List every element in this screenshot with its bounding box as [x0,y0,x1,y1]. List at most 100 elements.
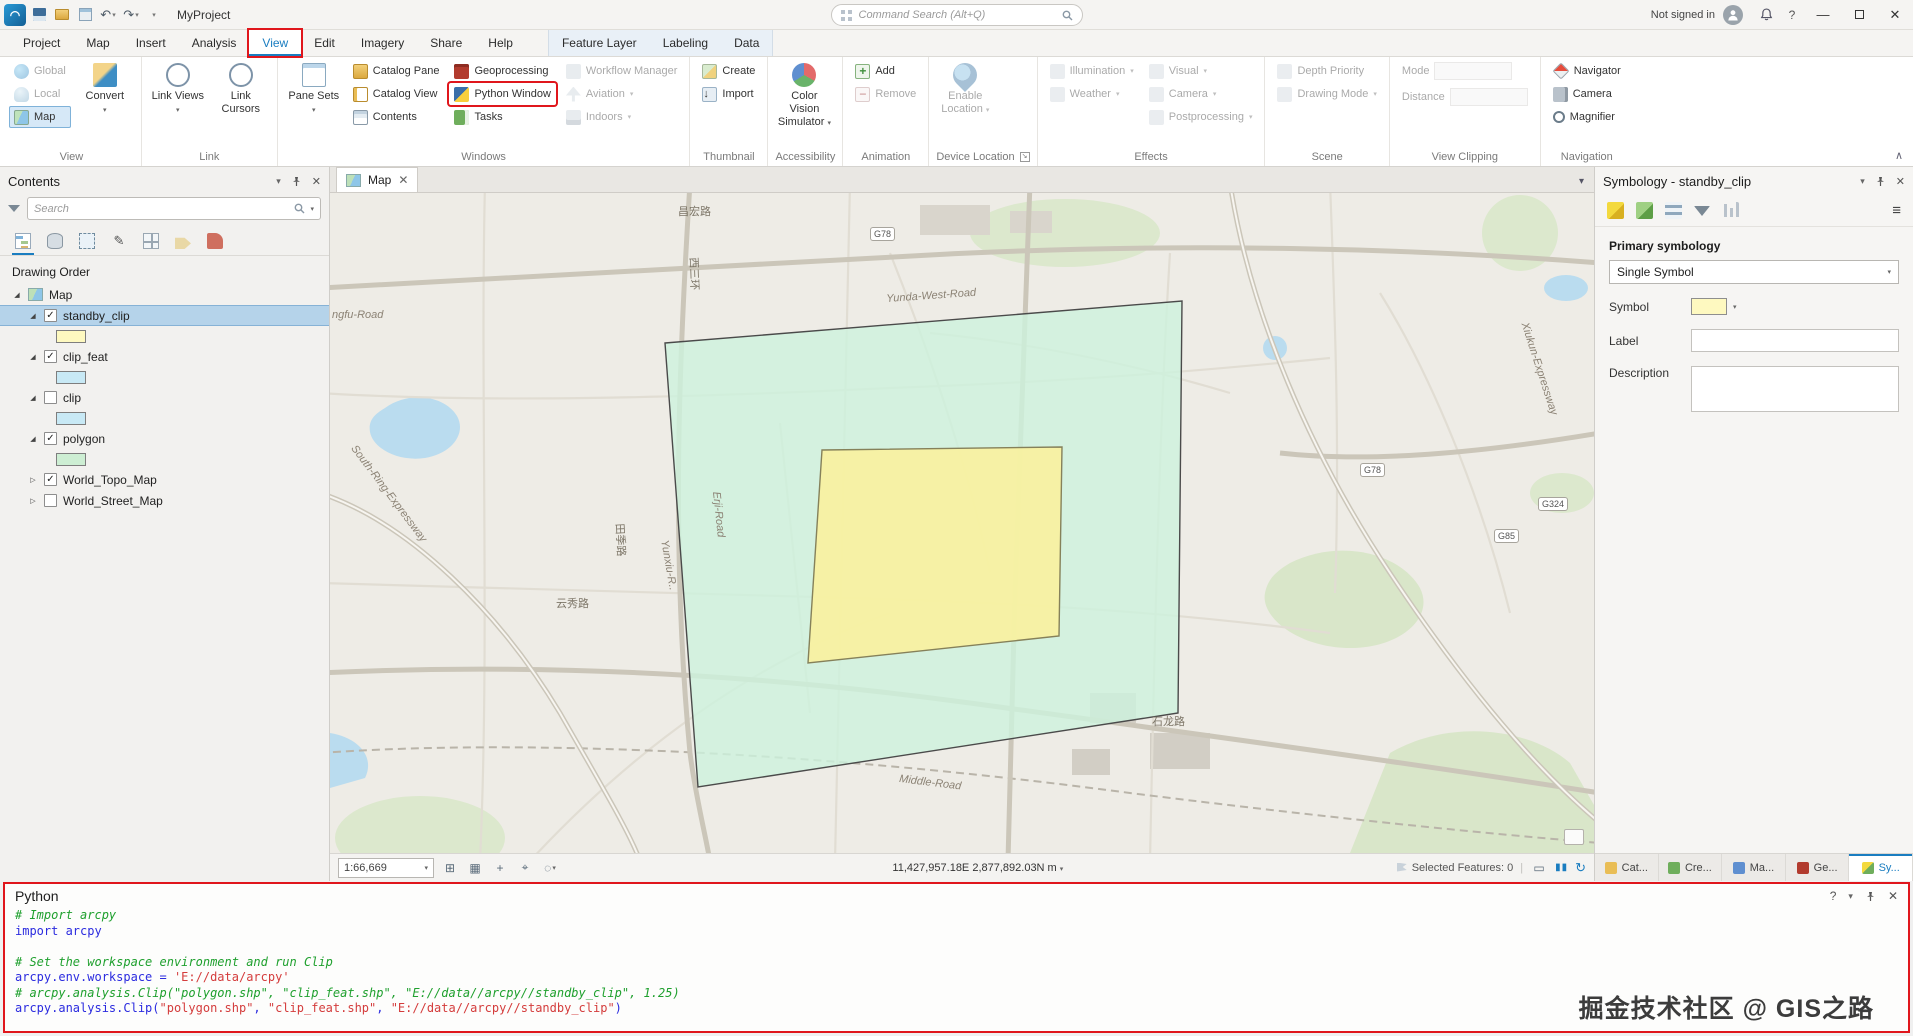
contents-close-icon[interactable]: ✕ [312,175,321,188]
scale-based-symbology-icon[interactable] [1722,202,1739,219]
list-by-charts-button[interactable] [204,231,226,255]
selection-box-button[interactable]: ▭ [1530,859,1548,877]
signin-status[interactable]: Not signed in [1651,9,1715,21]
contents-search-input[interactable] [34,202,290,215]
symbology-filter-icon[interactable] [1694,205,1710,216]
selected-features-status[interactable]: Selected Features: 0 [1396,862,1513,874]
local-scene-button[interactable]: Local [9,83,71,105]
symbol-gallery-icon[interactable] [1607,202,1624,219]
tree-item-world-street-map[interactable]: ▷ World_Street_Map [0,490,329,511]
expander-icon[interactable]: ◢ [12,291,22,299]
symbol-chevron-icon[interactable]: ▾ [1733,303,1737,311]
list-by-labeling-button[interactable] [172,231,194,255]
tab-edit[interactable]: Edit [301,30,348,56]
magnifier-button[interactable]: Magnifier [1548,106,1626,128]
tree-item-map[interactable]: ◢ Map [0,284,329,305]
pin-icon[interactable] [291,176,302,187]
close-button[interactable]: ✕ [1877,0,1913,30]
command-search-input[interactable] [858,9,1055,21]
clipping-distance-input[interactable] [1449,88,1528,106]
expander-icon[interactable]: ◢ [28,312,38,320]
tab-help[interactable]: Help [475,30,526,56]
tab-insert[interactable]: Insert [123,30,179,56]
close-map-tab-icon[interactable]: ✕ [398,173,408,187]
symbol-row-clip_feat[interactable] [0,367,329,387]
list-by-data-source-button[interactable] [44,231,66,255]
list-by-editing-button[interactable]: ✎ [108,231,130,255]
symbol-swatch[interactable] [56,370,86,384]
python-help-icon[interactable]: ? [1830,889,1837,903]
tasks-button[interactable]: Tasks [449,106,555,128]
filter-icon[interactable] [8,205,20,212]
remove-animation-button[interactable]: − Remove [850,83,921,105]
global-scene-button[interactable]: Global [9,60,71,82]
expander-icon[interactable]: ◢ [28,435,38,443]
camera-button[interactable]: Camera [1548,83,1626,105]
add-animation-button[interactable]: + Add [850,60,921,82]
catalog-dock-tab[interactable]: Cat... [1595,854,1659,881]
weather-button[interactable]: Weather ▾ [1045,83,1139,105]
python-close-icon[interactable]: ✕ [1888,889,1898,903]
select-tool-button[interactable]: ◌ ▾ [541,859,559,877]
undo-button[interactable]: ↶ ▾ [98,4,118,26]
save-button[interactable] [29,4,49,26]
contents-search[interactable]: ▾ [27,197,321,220]
tab-feature-layer[interactable]: Feature Layer [549,30,650,56]
contents-menu-chevron-icon[interactable]: ▾ [276,176,281,187]
symbology-close-icon[interactable]: ✕ [1896,175,1905,188]
label-input[interactable] [1691,329,1899,352]
map-view-tab[interactable]: Map ✕ [336,167,419,192]
tree-item-clip[interactable]: ◢ clip [0,387,329,408]
layer-checkbox[interactable]: ✓ [44,350,57,363]
notifications-button[interactable] [1753,0,1779,30]
create-features-dock-tab[interactable]: Cre... [1659,854,1723,881]
view-dock-chevron-icon[interactable]: ▾ [1579,176,1594,192]
list-by-selection-button[interactable] [76,231,98,255]
link-cursors-button[interactable]: Link Cursors [212,60,270,116]
tree-item-world-topo-map[interactable]: ▷ ✓ World_Topo_Map [0,469,329,490]
description-input[interactable] [1691,366,1899,412]
help-button[interactable]: ? [1779,0,1805,30]
symbol-row-polygon[interactable] [0,449,329,469]
expander-icon[interactable]: ▷ [28,497,38,505]
open-button[interactable] [52,4,72,26]
modify-features-dock-tab[interactable]: Ma... [1722,854,1786,881]
minimize-button[interactable]: — [1805,0,1841,30]
avatar[interactable] [1723,4,1743,25]
visual-button[interactable]: Visual ▾ [1144,60,1258,82]
grid-toggle-button[interactable]: ▦ [466,859,484,877]
indoors-button[interactable]: Indoors ▾ [561,106,683,128]
symbol-swatch[interactable] [56,452,86,466]
tree-item-standby_clip[interactable]: ◢ ✓ standby_clip [0,305,329,326]
tree-item-clip_feat[interactable]: ◢ ✓ clip_feat [0,346,329,367]
python-menu-chevron-icon[interactable]: ▾ [1848,891,1853,902]
geoprocessing-dock-tab[interactable]: Ge... [1786,854,1850,881]
restore-button[interactable] [1841,0,1877,30]
symbology-menu-chevron-icon[interactable]: ▾ [1860,176,1865,187]
import-thumbnail-button[interactable]: ↓ Import [697,83,760,105]
camera-effects-button[interactable]: Camera ▾ [1144,83,1258,105]
crosshair-button[interactable]: + [491,859,509,877]
snapping-toggle-button[interactable]: ⊞ [441,859,459,877]
enable-location-button[interactable]: Enable Location ▾ [936,58,994,116]
geoprocessing-button[interactable]: Geoprocessing [449,60,555,82]
scale-combo[interactable]: 1:66,669 ▾ [338,857,434,878]
device-location-dialog-launcher[interactable]: ↘ [1019,152,1030,162]
tab-data[interactable]: Data [721,30,772,56]
target-button[interactable]: ⌖ [516,859,534,877]
command-search[interactable] [830,4,1083,26]
pin-icon[interactable] [1875,176,1886,187]
symbol-swatch-button[interactable] [1691,298,1727,315]
layer-checkbox[interactable] [44,391,57,404]
symbol-row-standby_clip[interactable] [0,326,329,346]
python-window-button[interactable]: Python Window [449,83,555,105]
contents-button[interactable]: Contents [348,106,445,128]
drawing-mode-button[interactable]: Drawing Mode ▾ [1272,83,1381,105]
symbol-swatch[interactable] [56,411,86,425]
catalog-view-button[interactable]: Catalog View [348,83,445,105]
convert-button[interactable]: Convert ▾ [76,60,134,116]
coordinate-readout[interactable]: 11,427,957.18E 2,877,892.03N m ▾ [566,862,1390,874]
aviation-button[interactable]: Aviation ▾ [561,83,683,105]
tab-view[interactable]: View [249,30,302,56]
navigator-button[interactable]: Navigator [1548,60,1626,82]
